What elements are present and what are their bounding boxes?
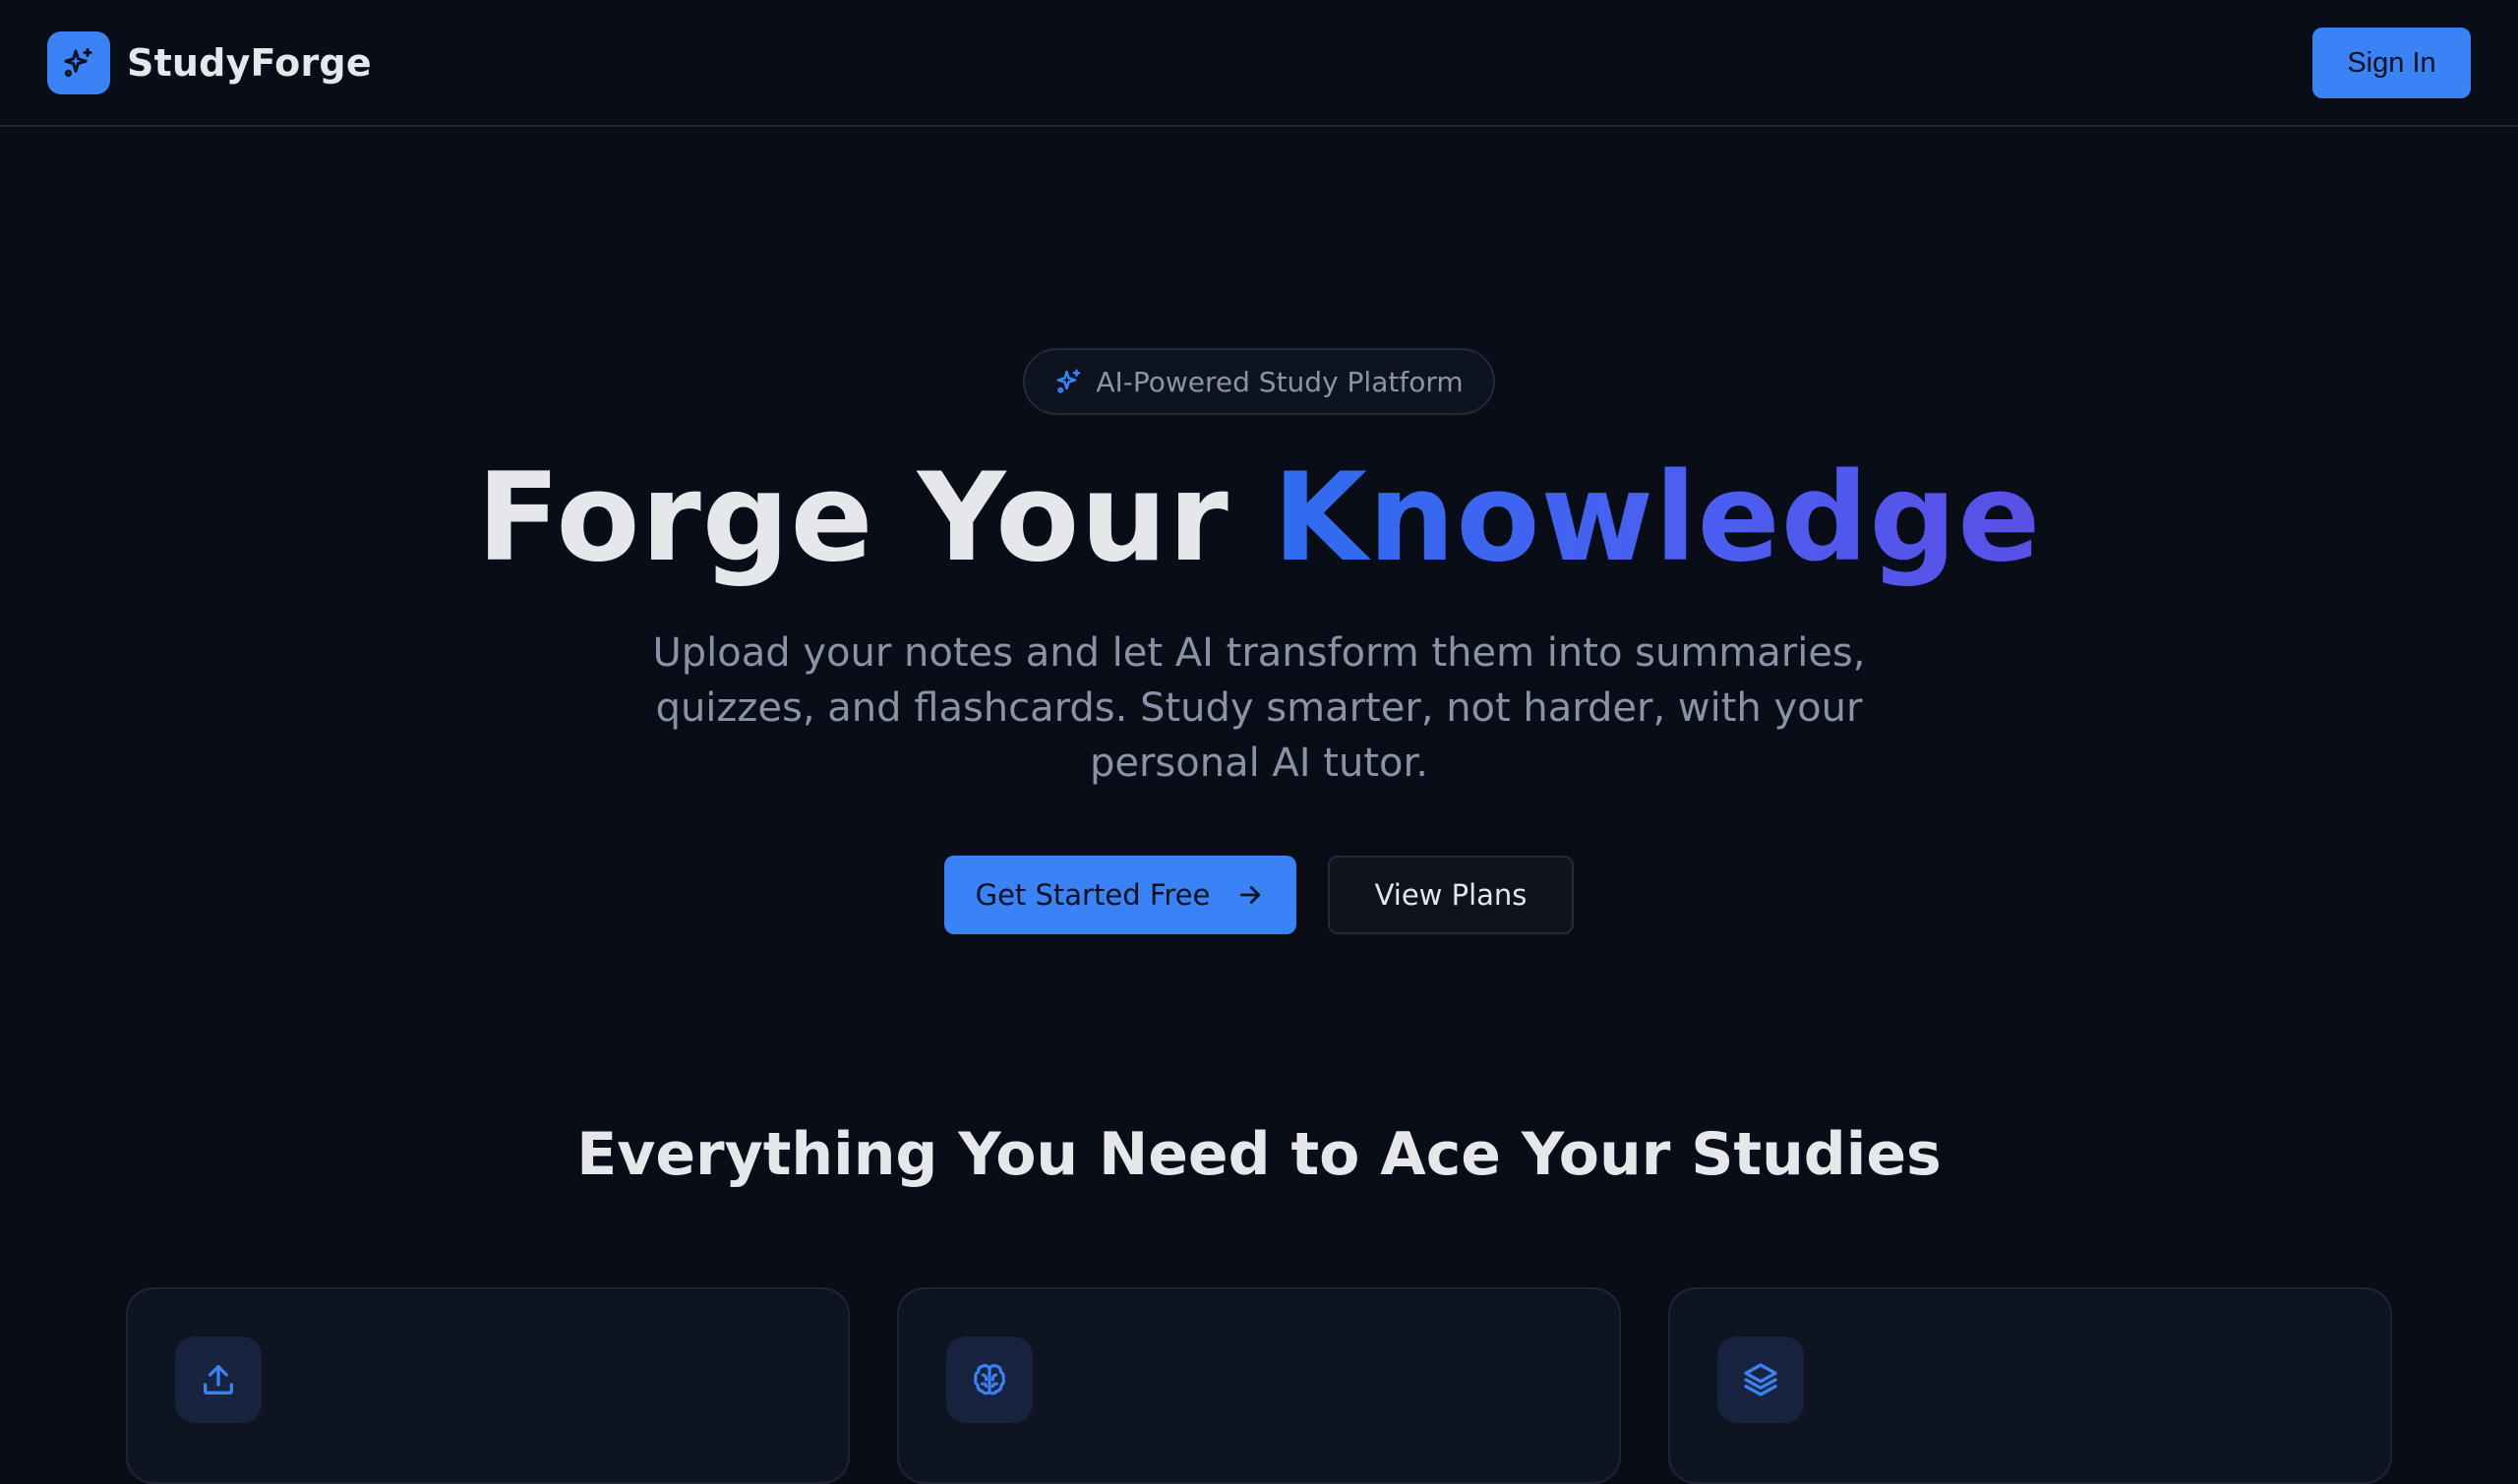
hero-title-plain: Forge Your [476, 447, 1273, 589]
layers-icon [1717, 1336, 1804, 1423]
badge-text: AI-Powered Study Platform [1096, 365, 1464, 398]
brand-name: StudyForge [127, 41, 372, 85]
brand[interactable]: StudyForge [47, 31, 372, 94]
get-started-label: Get Started Free [975, 878, 1211, 912]
upload-icon [175, 1336, 262, 1423]
ai-platform-badge: AI-Powered Study Platform [1023, 348, 1495, 415]
feature-card-upload [126, 1287, 850, 1484]
get-started-button[interactable]: Get Started Free [944, 856, 1296, 934]
sparkles-icon [47, 31, 110, 94]
sparkles-icon [1054, 367, 1084, 396]
feature-card-ai [897, 1287, 1621, 1484]
arrow-right-icon [1235, 880, 1265, 910]
hero-title: Forge Your Knowledge [0, 445, 2518, 592]
features-section-title: Everything You Need to Ace Your Studies [576, 1120, 1942, 1189]
top-navigation-bar: StudyForge Sign In [0, 0, 2518, 127]
hero-title-highlight: Knowledge [1272, 447, 2042, 589]
feature-card-flashcards [1668, 1287, 2392, 1484]
view-plans-button[interactable]: View Plans [1328, 856, 1574, 934]
brain-icon [946, 1336, 1033, 1423]
hero-subtitle: Upload your notes and let AI transform t… [652, 630, 1866, 786]
sign-in-button[interactable]: Sign In [2312, 28, 2471, 98]
view-plans-label: View Plans [1374, 878, 1528, 912]
